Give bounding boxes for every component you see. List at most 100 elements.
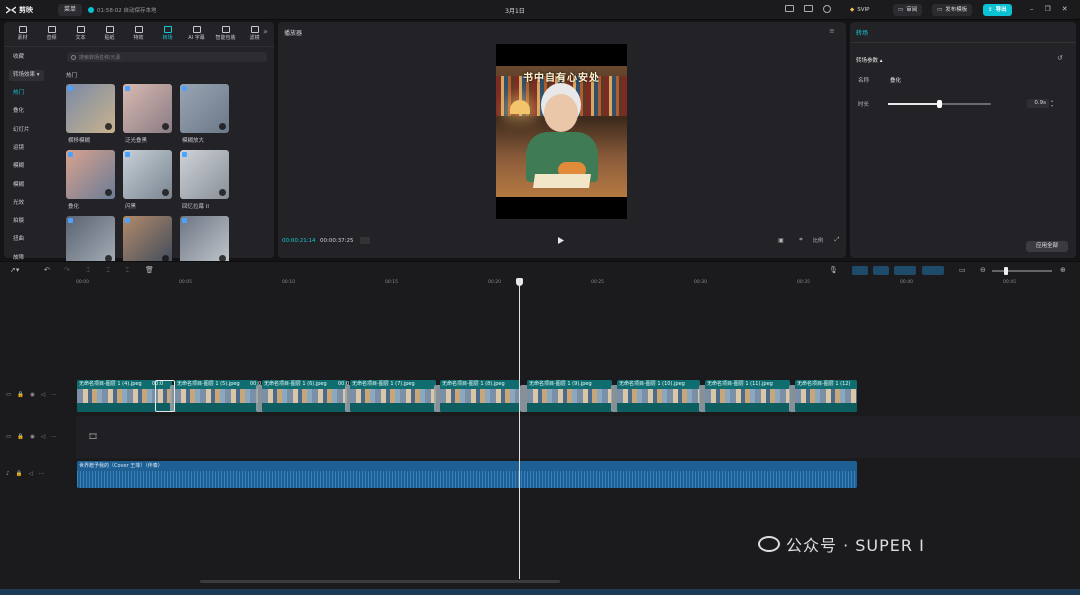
tab-effects[interactable]: 特效: [124, 24, 153, 42]
video-clip[interactable]: 无命名项目-图层 1 (10).jpeg: [617, 380, 700, 412]
transition-thumbnail[interactable]: [123, 84, 172, 133]
focus-icon[interactable]: ⌗: [796, 235, 806, 245]
audio-clip[interactable]: 世界赠予我的（Cover 王菲）（伴奏）: [77, 461, 857, 488]
review-button[interactable]: ▭ 审阅: [893, 4, 923, 16]
category-item[interactable]: 热门: [9, 88, 28, 99]
video-clip[interactable]: 无命名项目-图层 1 (8).jpeg: [440, 380, 520, 412]
transition-thumbnail[interactable]: [123, 150, 172, 199]
settings-icon[interactable]: [823, 5, 831, 13]
duration-input[interactable]: 0.9s: [1027, 99, 1049, 108]
search-input[interactable]: 搜索转场名称/元素: [67, 52, 267, 62]
shortcut-icon[interactable]: [804, 5, 813, 12]
tab-text[interactable]: 文本: [66, 24, 95, 42]
tab-audio[interactable]: 音频: [37, 24, 66, 42]
apply-all-button[interactable]: 应用全部: [1026, 241, 1068, 252]
lock-icon[interactable]: 🔒: [16, 471, 23, 477]
download-icon[interactable]: [162, 189, 169, 196]
close-icon[interactable]: ✕: [1062, 5, 1068, 13]
mute-icon[interactable]: ◁: [41, 434, 45, 440]
transition-thumbnail[interactable]: [180, 216, 229, 265]
category-item[interactable]: 光效: [9, 198, 28, 209]
redo-icon[interactable]: ↷: [64, 266, 70, 274]
lock-icon[interactable]: 🔒: [17, 392, 24, 398]
minimize-icon[interactable]: –: [1030, 5, 1034, 13]
playhead[interactable]: [519, 281, 520, 579]
more-icon[interactable]: ⋯: [51, 434, 57, 440]
download-icon[interactable]: [105, 123, 112, 130]
linkage-icon[interactable]: [894, 266, 916, 275]
player-menu-icon[interactable]: ≡: [829, 27, 835, 35]
layout-icon[interactable]: [785, 5, 794, 12]
mute-icon[interactable]: ◁: [41, 392, 45, 398]
category-item[interactable]: 拍摄: [9, 216, 28, 227]
video-clip[interactable]: 无命名项目-图层 1 (5).jpeg: [175, 380, 258, 412]
category-item[interactable]: 模糊: [9, 180, 28, 191]
eye-icon[interactable]: ◉: [30, 434, 35, 440]
video-preview[interactable]: 书中自有心安处: [496, 44, 627, 219]
duration-slider[interactable]: [888, 100, 991, 108]
publish-template-button[interactable]: ▭ 发布模板: [932, 4, 973, 16]
restore-icon[interactable]: ❐: [1045, 5, 1051, 13]
transition-thumbnail[interactable]: [66, 216, 115, 265]
timeline-scrollbar[interactable]: [200, 580, 560, 583]
selected-transition[interactable]: [155, 380, 175, 412]
category-group[interactable]: 转场效果 ▾: [9, 70, 44, 81]
caption-icon[interactable]: ▭: [959, 266, 966, 274]
ratio-button[interactable]: 比例: [813, 235, 823, 245]
more-icon[interactable]: ⋯: [39, 471, 45, 477]
transition-thumbnail[interactable]: [123, 216, 172, 265]
transition-thumbnail[interactable]: [180, 150, 229, 199]
tab-transition[interactable]: 转场: [153, 24, 182, 42]
undo-icon[interactable]: ↶: [44, 266, 50, 274]
more-icon[interactable]: ⋯: [51, 392, 57, 398]
auto-snap-icon[interactable]: [873, 266, 889, 275]
video-clip[interactable]: 无命名项目-图层 1 (7).jpeg: [350, 380, 436, 412]
play-button[interactable]: [556, 235, 566, 245]
category-item[interactable]: 幻灯片: [9, 125, 34, 136]
cover-icon[interactable]: ▭: [6, 434, 11, 440]
download-icon[interactable]: [105, 189, 112, 196]
category-favorite[interactable]: 收藏: [9, 52, 28, 63]
zoom-out-icon[interactable]: ⊖: [980, 266, 986, 274]
vip-badge[interactable]: ◆ SVIP: [845, 4, 874, 16]
zoom-slider-handle[interactable]: [1004, 267, 1008, 275]
category-item[interactable]: 叠化: [9, 106, 28, 117]
inspector-tab[interactable]: 转场: [856, 28, 868, 37]
category-item[interactable]: 模糊: [9, 161, 28, 172]
timeline-ruler[interactable]: 00:00 00:05 00:10 00:15 00:20 00:25 00:30 00:35…: [76, 279, 1076, 289]
video-clip[interactable]: 无命名项目-图层 1 (12): [795, 380, 857, 412]
zoom-slider[interactable]: [992, 267, 1052, 275]
download-icon[interactable]: [219, 189, 226, 196]
video-clip[interactable]: 无命名项目-图层 1 (11).jpeg: [705, 380, 790, 412]
params-header[interactable]: 转场参数 ▴: [856, 56, 883, 64]
timecode-toggle[interactable]: [360, 237, 370, 244]
category-item[interactable]: 扭曲: [9, 234, 28, 245]
quality-icon[interactable]: ▣: [776, 235, 786, 245]
microphone-icon[interactable]: 🎙: [829, 266, 838, 274]
tab-subtitle[interactable]: AI 字幕: [182, 24, 211, 42]
video-clip[interactable]: 无命名项目-图层 1 (9).jpeg: [527, 380, 612, 412]
mute-icon[interactable]: ◁: [28, 471, 32, 477]
main-track-magnet-icon[interactable]: [852, 266, 868, 275]
split-left-icon[interactable]: ⌶: [106, 266, 110, 275]
transition-thumbnail[interactable]: [180, 84, 229, 133]
transition-thumbnail[interactable]: [66, 150, 115, 199]
tab-sticker[interactable]: 贴纸: [95, 24, 124, 42]
export-button[interactable]: ⇪ 导出: [983, 4, 1012, 16]
preview-axis-icon[interactable]: [922, 266, 944, 275]
project-title[interactable]: 3月1日: [0, 6, 1030, 15]
delete-icon[interactable]: 🗑: [145, 266, 154, 274]
split-right-icon[interactable]: ⌶: [125, 266, 129, 275]
fullscreen-icon[interactable]: ⤢: [832, 235, 842, 245]
cover-icon[interactable]: ▭: [6, 392, 11, 398]
tab-media[interactable]: 素材: [8, 24, 37, 42]
duration-stepper[interactable]: ▴ ▾: [1051, 98, 1053, 108]
split-icon[interactable]: ⌶: [86, 266, 90, 275]
zoom-in-icon[interactable]: ⊕: [1060, 266, 1066, 274]
tab-package[interactable]: 智能包装: [211, 24, 240, 42]
duration-slider-handle[interactable]: [937, 100, 942, 108]
category-item[interactable]: 运镜: [9, 143, 28, 154]
video-clip[interactable]: 无命名项目-图层 1 (6).jpeg: [262, 380, 347, 412]
empty-track[interactable]: [76, 416, 1080, 458]
more-tabs-icon[interactable]: »: [263, 27, 268, 36]
